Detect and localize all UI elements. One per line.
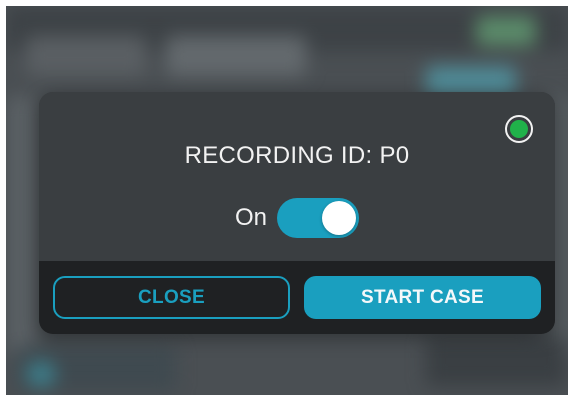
start-case-button[interactable]: START CASE [304, 276, 541, 319]
toggle-knob[interactable] [322, 201, 356, 235]
recording-dialog: RECORDING ID: P0 On CLOSE START CASE [39, 92, 555, 334]
close-button[interactable]: CLOSE [53, 276, 290, 319]
status-light-icon [505, 115, 533, 143]
toggle-label: On [234, 204, 267, 231]
recording-id-title: RECORDING ID: P0 [184, 142, 410, 169]
recording-toggle[interactable] [277, 198, 359, 238]
dialog-body: RECORDING ID: P0 On [39, 92, 555, 261]
dialog-footer: CLOSE START CASE [39, 261, 555, 334]
recording-toggle-row: On [39, 198, 555, 238]
status-dot [510, 120, 528, 138]
background-app: RECORDING ID: P0 On CLOSE START CASE [6, 6, 568, 395]
